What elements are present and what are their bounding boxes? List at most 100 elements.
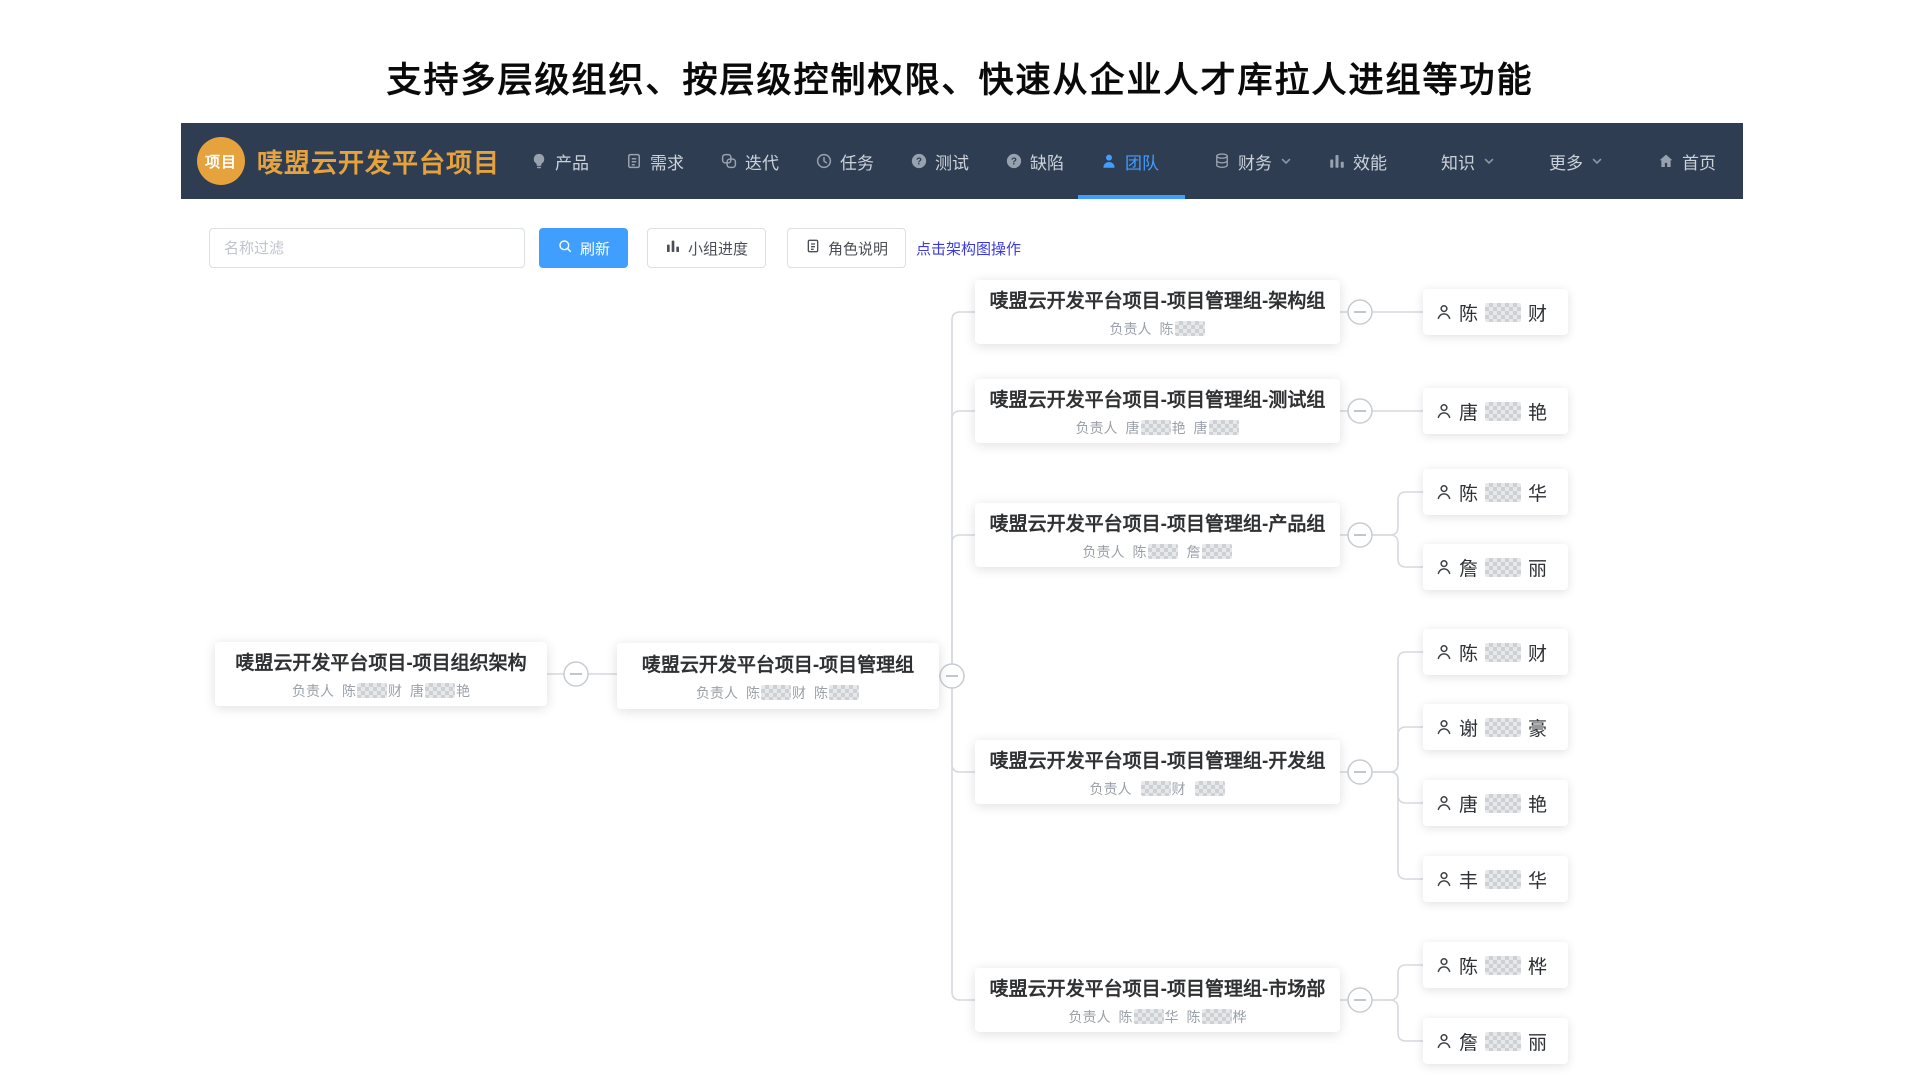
collapse-toggle[interactable] [1348, 760, 1372, 784]
owner-label: 负责人 [696, 683, 738, 703]
org-manager-node[interactable]: 唛盟云开发平台项目-项目管理组负责人陈财陈 [617, 643, 939, 709]
member-card[interactable]: 唐艳 [1423, 780, 1568, 826]
org-group-node[interactable]: 唛盟云开发平台项目-项目管理组-开发组负责人财 [975, 740, 1340, 804]
owner-line: 负责人陈财陈 [696, 683, 860, 703]
redacted-text [1141, 420, 1171, 435]
redacted-text [1485, 303, 1521, 322]
connector-line [952, 535, 975, 676]
connector-line [1372, 727, 1423, 772]
owner-line: 负责人陈华陈桦 [1069, 1007, 1247, 1027]
redacted-text [1202, 544, 1232, 559]
redacted-text [1148, 544, 1178, 559]
owner-name: 陈桦 [1187, 1007, 1247, 1027]
connector-line [952, 312, 975, 676]
redacted-text [1485, 402, 1521, 421]
org-group-node[interactable]: 唛盟云开发平台项目-项目管理组-产品组负责人陈詹 [975, 503, 1340, 567]
owner-name: 陈 [814, 683, 860, 703]
owner-name: 财 [1140, 779, 1186, 799]
owner-name [1194, 781, 1226, 796]
org-chart-canvas[interactable] [0, 0, 1920, 1080]
owner-label: 负责人 [1110, 319, 1152, 339]
owner-label: 负责人 [1076, 418, 1118, 438]
org-group-node[interactable]: 唛盟云开发平台项目-项目管理组-架构组负责人陈 [975, 280, 1340, 344]
owner-line: 负责人唐艳唐 [1076, 418, 1240, 438]
member-card[interactable]: 陈桦 [1423, 942, 1568, 988]
owner-label: 负责人 [1090, 779, 1132, 799]
redacted-text [1175, 321, 1205, 336]
owner-name: 唐艳 [410, 681, 470, 701]
member-card[interactable]: 詹丽 [1423, 544, 1568, 590]
org-root-node[interactable]: 唛盟云开发平台项目-项目组织架构负责人陈财唐艳 [215, 642, 547, 706]
person-icon [1435, 718, 1453, 736]
org-node-title: 唛盟云开发平台项目-项目管理组-产品组 [990, 509, 1326, 536]
member-card[interactable]: 詹丽 [1423, 1018, 1568, 1064]
redacted-text [1485, 718, 1521, 737]
owner-name: 陈 [1133, 542, 1179, 562]
member-card[interactable]: 陈华 [1423, 469, 1568, 515]
org-node-title: 唛盟云开发平台项目-项目管理组-开发组 [990, 746, 1326, 773]
owner-name: 陈财 [342, 681, 402, 701]
owner-name: 唐艳 [1126, 418, 1186, 438]
person-icon [1435, 402, 1453, 420]
person-icon [1435, 956, 1453, 974]
owner-name: 陈财 [746, 683, 806, 703]
redacted-text [425, 683, 455, 698]
page: 支持多层级组织、按层级控制权限、快速从企业人才库拉人进组等功能 项目 唛盟云开发… [0, 0, 1920, 1080]
connector-line [1372, 1000, 1423, 1041]
redacted-text [1195, 781, 1225, 796]
org-node-title: 唛盟云开发平台项目-项目管理组 [642, 650, 914, 677]
collapse-toggle[interactable] [564, 662, 588, 686]
owner-name: 陈华 [1119, 1007, 1179, 1027]
person-icon [1435, 794, 1453, 812]
org-node-title: 唛盟云开发平台项目-项目管理组-市场部 [990, 974, 1326, 1001]
collapse-toggle[interactable] [1348, 300, 1372, 324]
person-icon [1435, 483, 1453, 501]
person-icon [1435, 870, 1453, 888]
connector-line [1372, 535, 1423, 567]
member-card[interactable]: 丰华 [1423, 856, 1568, 902]
org-node-title: 唛盟云开发平台项目-项目管理组-测试组 [990, 385, 1326, 412]
org-group-node[interactable]: 唛盟云开发平台项目-项目管理组-测试组负责人唐艳唐 [975, 379, 1340, 443]
connector-line [952, 411, 975, 676]
member-card[interactable]: 唐艳 [1423, 388, 1568, 434]
collapse-toggle[interactable] [1348, 523, 1372, 547]
member-card[interactable]: 谢豪 [1423, 704, 1568, 750]
org-node-title: 唛盟云开发平台项目-项目管理组-架构组 [990, 286, 1326, 313]
redacted-text [1202, 1009, 1232, 1024]
redacted-text [1485, 643, 1521, 662]
owner-name: 詹 [1187, 542, 1233, 562]
person-icon [1435, 643, 1453, 661]
connector-line [1372, 965, 1423, 1000]
connector-line [1372, 772, 1423, 879]
redacted-text [1485, 1032, 1521, 1051]
person-icon [1435, 558, 1453, 576]
redacted-text [1485, 558, 1521, 577]
member-card[interactable]: 陈财 [1423, 629, 1568, 675]
redacted-text [829, 685, 859, 700]
owner-label: 负责人 [1083, 542, 1125, 562]
member-card[interactable]: 陈财 [1423, 289, 1568, 335]
org-node-title: 唛盟云开发平台项目-项目组织架构 [235, 648, 526, 675]
collapse-toggle[interactable] [1348, 399, 1372, 423]
redacted-text [1485, 956, 1521, 975]
owner-line: 负责人财 [1090, 779, 1226, 799]
owner-label: 负责人 [292, 681, 334, 701]
org-group-node[interactable]: 唛盟云开发平台项目-项目管理组-市场部负责人陈华陈桦 [975, 968, 1340, 1032]
person-icon [1435, 1032, 1453, 1050]
owner-line: 负责人陈财唐艳 [292, 681, 470, 701]
owner-label: 负责人 [1069, 1007, 1111, 1027]
connector-line [1372, 492, 1423, 535]
redacted-text [1485, 483, 1521, 502]
redacted-text [1141, 781, 1171, 796]
connector-line [952, 676, 975, 772]
collapse-toggle[interactable] [940, 664, 964, 688]
redacted-text [761, 685, 791, 700]
person-icon [1435, 303, 1453, 321]
redacted-text [357, 683, 387, 698]
owner-name: 唐 [1194, 418, 1240, 438]
redacted-text [1209, 420, 1239, 435]
connector-line [952, 676, 975, 1000]
collapse-toggle[interactable] [1348, 988, 1372, 1012]
redacted-text [1485, 794, 1521, 813]
redacted-text [1134, 1009, 1164, 1024]
